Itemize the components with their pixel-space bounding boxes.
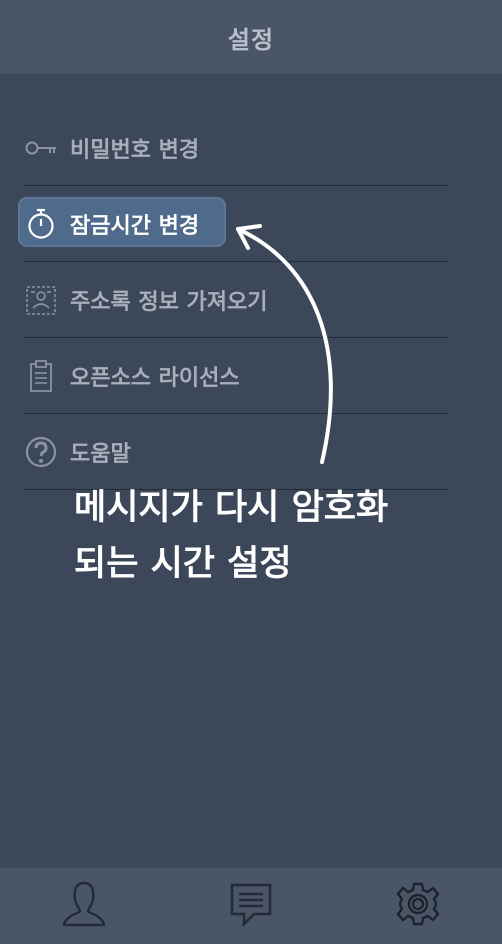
menu-item-label: 주소록 정보 가져오기 (70, 289, 268, 315)
person-icon (60, 879, 108, 933)
page-title: 설정 (227, 25, 275, 54)
menu-item-change-password[interactable]: 비밀번호 변경 (24, 110, 448, 186)
menu-item-help[interactable]: 도움말 (24, 414, 448, 490)
clipboard-icon (24, 359, 58, 393)
gear-icon (394, 880, 442, 932)
tab-contacts[interactable] (54, 876, 114, 936)
menu-item-lock-time[interactable]: 잠금시간 변경 (24, 186, 448, 262)
menu-item-import-contacts[interactable]: 주소록 정보 가져오기 (24, 262, 448, 338)
id-card-icon (24, 283, 58, 317)
menu-item-label: 오픈소스 라이선스 (70, 365, 240, 391)
menu-item-label: 잠금시간 변경 (70, 213, 200, 239)
tab-settings[interactable] (388, 876, 448, 936)
help-icon (24, 435, 58, 469)
annotation-line-1: 메시지가 다시 암호화 (74, 488, 389, 528)
menu-item-open-source-license[interactable]: 오픈소스 라이선스 (24, 338, 448, 414)
stopwatch-icon (24, 207, 58, 241)
menu-item-label: 비밀번호 변경 (70, 137, 200, 163)
tab-messages[interactable] (221, 876, 281, 936)
menu-item-label: 도움말 (70, 441, 131, 467)
annotation-line-2: 되는 시간 설정 (74, 544, 292, 584)
annotation-text: 메시지가 다시 암호화 되는 시간 설정 (74, 480, 474, 592)
header-bar: 설정 (0, 0, 502, 74)
key-icon (24, 131, 58, 165)
chat-icon (228, 880, 274, 932)
bottom-tab-bar (0, 868, 502, 944)
